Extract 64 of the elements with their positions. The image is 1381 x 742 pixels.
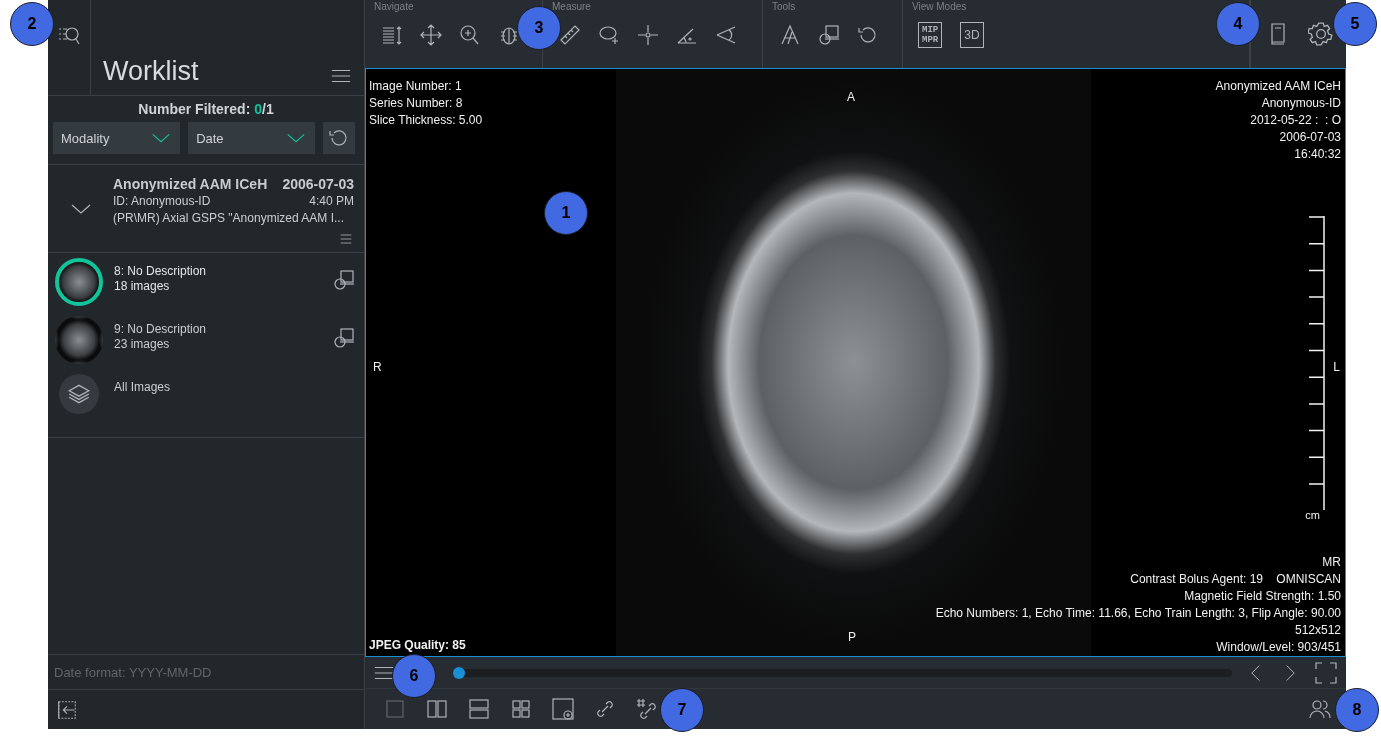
- scale-unit: cm: [1305, 508, 1320, 521]
- acquisition-info: Magnetic Field Strength: 1.50: [1183, 588, 1341, 606]
- orientation-marker: L: [1333, 359, 1340, 374]
- pan-icon[interactable]: [419, 23, 443, 47]
- orientation-marker: P: [848, 630, 856, 645]
- acquisition-info: Window/Level: 903/451: [1215, 639, 1341, 657]
- orientation-marker: R: [373, 359, 382, 374]
- ruler-icon[interactable]: [558, 23, 582, 47]
- acquisition-info: Echo Numbers: 1, Echo Time: 11.66, Echo Train Length: 3, Flip Angle: 90.00: [935, 605, 1341, 623]
- image-info: Slice Thickness: 5.00: [369, 111, 483, 129]
- callout-marker: 2: [10, 2, 54, 46]
- study-date: 2006-07-03: [282, 176, 354, 193]
- callout-marker: 8: [1335, 688, 1379, 732]
- series-icon[interactable]: [332, 326, 356, 350]
- users-icon[interactable]: [1308, 697, 1332, 721]
- series-thumbnail[interactable]: [55, 258, 103, 306]
- series-thumbnail[interactable]: [55, 316, 103, 364]
- callout-marker: 5: [1333, 2, 1377, 46]
- tool-group-label: View Modes: [912, 0, 968, 14]
- acquisition-info: 512x512: [1293, 622, 1341, 640]
- two-column-layout-icon[interactable]: [425, 697, 449, 721]
- view-mode-button[interactable]: MIP MPR: [918, 22, 943, 48]
- image-info: Image Number: 1: [369, 77, 463, 95]
- filter-dropdown[interactable]: Date: [188, 122, 316, 154]
- image-count: 23 images: [114, 337, 171, 352]
- fullscreen-button[interactable]: [1314, 660, 1338, 685]
- patient-info: Anonymous-ID: [1260, 94, 1341, 112]
- patient-id: ID: Anonymous-ID: [113, 193, 211, 210]
- tool-group-label: Navigate: [374, 0, 415, 14]
- worklist-title: Worklist: [103, 56, 199, 87]
- collapse-sidebar-icon[interactable]: [56, 698, 78, 721]
- study-time: 4:40 PM: [309, 193, 354, 210]
- orientation-marker: A: [847, 89, 855, 104]
- jpeg-quality: JPEG Quality: 85: [369, 637, 466, 655]
- series-icon[interactable]: [817, 23, 841, 47]
- series-icon[interactable]: [332, 268, 356, 292]
- patient-info: 2006-07-03: [1278, 128, 1341, 146]
- series-title: All Images: [114, 380, 172, 395]
- grid-layout-icon[interactable]: [509, 697, 533, 721]
- image-info: Series Number: 8: [369, 94, 464, 112]
- settings-icon[interactable]: [1308, 20, 1334, 47]
- tool-group-label: Tools: [772, 0, 797, 14]
- slider-thumb[interactable]: [453, 666, 465, 679]
- add-viewport-icon[interactable]: [551, 697, 575, 721]
- filter-dropdown[interactable]: Modality: [53, 122, 181, 154]
- acquisition-info: MR: [1321, 554, 1341, 572]
- two-row-layout-icon[interactable]: [467, 697, 491, 721]
- ellipse-roi-icon[interactable]: [597, 23, 621, 47]
- all-images-button[interactable]: [59, 374, 99, 414]
- series-title: 8: No Description: [114, 264, 208, 279]
- study-description: (PR\MR) Axial GSPS "Anonymized AAM I...: [113, 210, 345, 227]
- patient-info: Anonymized AAM ICeH: [1215, 77, 1341, 95]
- fullscreen-icon: [1314, 660, 1338, 685]
- patient-info: 2012-05-22 : : O: [1249, 111, 1341, 129]
- filter-count: Number Filtered: 0/1: [137, 100, 275, 119]
- acquisition-info: Contrast Bolus Agent: 19 OMNISCAN: [1129, 571, 1341, 589]
- crosshair-icon[interactable]: [636, 23, 660, 47]
- patient-name: Anonymized AAM ICeH: [113, 176, 268, 193]
- series-title: 9: No Description: [114, 322, 208, 337]
- hash-link-icon[interactable]: [635, 697, 659, 721]
- view-mode-button[interactable]: 3D: [960, 22, 984, 48]
- date-format-hint: Date format: YYYY-MM-DD: [48, 654, 364, 689]
- patient-info: 16:40:32: [1293, 145, 1341, 163]
- image-count: 18 images: [114, 279, 171, 294]
